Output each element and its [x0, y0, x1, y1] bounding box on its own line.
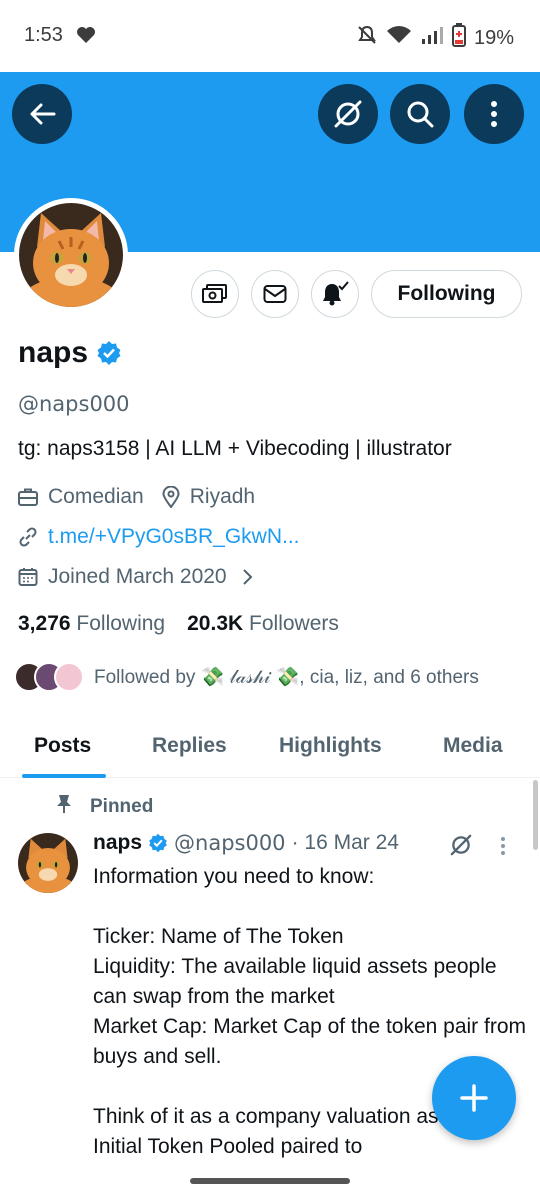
tab-highlights[interactable]: Highlights	[279, 734, 382, 758]
battery-percent: 19%	[473, 26, 514, 49]
followers-label: Followers	[249, 612, 339, 635]
profile-bio: tg: naps3158 | AI LLM + Vibecoding | ill…	[18, 437, 452, 460]
profile-name-row: naps	[18, 336, 122, 370]
following-count: 3,276	[18, 612, 71, 635]
tweet-date[interactable]: · 16 Mar 24	[292, 831, 399, 855]
money-icon	[202, 284, 227, 303]
more-vertical-icon[interactable]	[500, 836, 506, 861]
grok-icon	[334, 100, 362, 128]
tweet-author-avatar[interactable]	[18, 833, 78, 893]
profile-tabs: Posts Replies Highlights Media	[0, 718, 540, 778]
status-time: 1:53	[24, 24, 63, 46]
more-options-button[interactable]	[464, 84, 524, 144]
bell-check-icon	[323, 281, 349, 306]
following-count-link[interactable]: 3,276 Following	[18, 612, 165, 635]
profile-handle: @naps000	[18, 392, 130, 416]
follow-counts: 3,276 Following 20.3K Followers	[18, 612, 339, 636]
arrow-left-icon	[30, 103, 56, 125]
profile-link-row: t.me/+VPyG0sBR_GkwN...	[18, 525, 300, 549]
pinned-label-row: Pinned	[56, 794, 153, 820]
link-icon	[18, 527, 38, 547]
verified-icon[interactable]	[96, 340, 122, 366]
follower-avatar	[54, 662, 84, 692]
grok-button[interactable]	[318, 84, 378, 144]
briefcase-icon	[18, 488, 38, 506]
calendar-icon	[18, 567, 38, 587]
gesture-bar[interactable]	[190, 1178, 350, 1184]
more-vertical-icon	[491, 101, 497, 127]
verified-icon	[149, 833, 167, 853]
search-icon	[407, 101, 434, 128]
back-button[interactable]	[12, 84, 72, 144]
search-button[interactable]	[390, 84, 450, 144]
followed-by-row[interactable]: Followed by 💸 𝓁𝒶𝓈𝒽𝒾 💸, cia, liz, and 6 o…	[14, 662, 479, 692]
mute-icon	[356, 24, 378, 52]
profile-profession: Comedian	[48, 485, 144, 508]
profile-joined-row[interactable]: Joined March 2020	[18, 565, 263, 589]
following-label: Following	[76, 612, 166, 635]
tab-replies[interactable]: Replies	[152, 734, 227, 758]
tab-media[interactable]: Media	[443, 734, 503, 758]
following-button[interactable]: Following	[371, 270, 522, 318]
profile-name: naps	[18, 336, 89, 369]
profile-meta-row: Comedian Riyadh	[18, 485, 255, 509]
message-button[interactable]	[251, 270, 299, 318]
status-bar: 1:53 19%	[0, 0, 540, 72]
compose-button[interactable]	[432, 1056, 516, 1140]
notifications-button[interactable]	[311, 270, 359, 318]
scrollbar[interactable]	[533, 780, 538, 850]
tweet-author-name[interactable]: naps	[93, 831, 142, 855]
grok-icon[interactable]	[448, 832, 474, 863]
heart-icon	[76, 26, 96, 49]
followers-count-link[interactable]: 20.3K Followers	[187, 612, 339, 635]
active-tab-indicator	[22, 774, 106, 778]
profile-website-link[interactable]: t.me/+VPyG0sBR_GkwN...	[48, 525, 300, 549]
mail-icon	[263, 285, 287, 303]
tab-posts[interactable]: Posts	[34, 734, 91, 758]
status-icons: 19%	[356, 23, 514, 53]
followed-by-text: Followed by 💸 𝓁𝒶𝓈𝒽𝒾 💸, cia, liz, and 6 o…	[94, 667, 479, 688]
tweet-author-handle[interactable]: @naps000	[174, 831, 286, 855]
tweet-header: naps @naps000 · 16 Mar 24	[93, 831, 399, 855]
tip-button[interactable]	[191, 270, 239, 318]
location-icon	[162, 486, 180, 508]
battery-icon	[451, 23, 466, 53]
followers-count: 20.3K	[187, 612, 244, 635]
pinned-label: Pinned	[90, 796, 154, 817]
profile-avatar[interactable]	[14, 198, 128, 312]
profile-joined: Joined March 2020	[48, 565, 227, 588]
chevron-right-icon	[241, 568, 253, 586]
plus-icon	[460, 1084, 488, 1112]
wifi-icon	[386, 25, 412, 51]
profile-location: Riyadh	[189, 485, 256, 508]
pin-icon	[56, 794, 72, 820]
signal-icon	[420, 25, 444, 51]
